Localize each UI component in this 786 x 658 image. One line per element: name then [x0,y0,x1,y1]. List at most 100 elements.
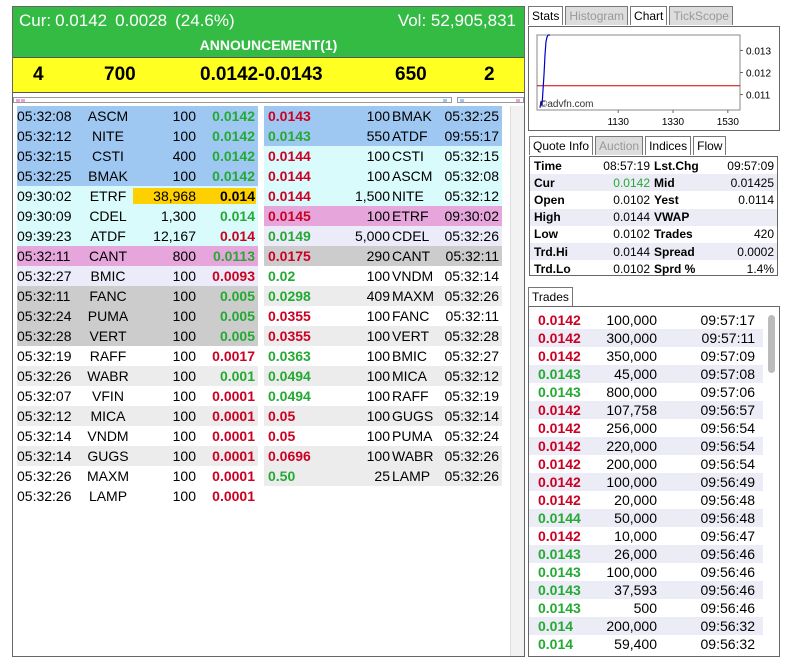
bid-time: 05:32:11 [17,248,71,264]
trade-row[interactable]: 0.0143 37,593 09:56:46 [529,581,779,599]
bid-price: 0.0001 [212,468,255,484]
ask-row[interactable]: 0.0144 100 ASCM 05:32:08 [264,166,502,186]
ask-time: 05:32:08 [444,168,500,184]
trades-scrollbar[interactable] [763,307,779,656]
quote-label: High [534,210,561,225]
ask-row[interactable]: 0.0355 100 VERT 05:32:28 [264,326,502,346]
trade-row[interactable]: 0.0142 200,000 09:56:54 [529,455,779,473]
announcement-link[interactable]: ANNOUNCEMENT(1) [13,34,524,57]
trade-time: 09:57:11 [701,330,755,346]
trade-row[interactable]: 0.0142 220,000 09:56:54 [529,437,779,455]
ask-row[interactable]: 0.0149 5,000 CDEL 05:32:26 [264,226,502,246]
ask-row[interactable]: 0.0175 290 CANT 05:32:11 [264,246,502,266]
ask-row[interactable]: 0.0494 100 RAFF 05:32:19 [264,386,502,406]
ask-row[interactable]: 0.05 100 GUGS 05:32:14 [264,406,502,426]
tab-trades[interactable]: Trades [528,287,573,306]
bid-row[interactable]: 05:32:24 PUMA 100 0.005 [17,306,258,326]
trade-row[interactable]: 0.0143 100,000 09:56:46 [529,563,779,581]
bid-row[interactable]: 05:32:26 MAXM 100 0.0001 [17,466,258,486]
ask-row[interactable]: 0.0696 100 WABR 05:32:26 [264,446,502,466]
bid-row[interactable]: 05:32:11 CANT 800 0.0113 [17,246,258,266]
trade-volume: 350,000 [606,348,657,364]
bid-time: 05:32:11 [17,288,71,304]
tab-quote-info[interactable]: Quote Info [529,136,594,155]
bid-row[interactable]: 09:39:23 ATDF 12,167 0.014 [17,226,258,246]
trades-scroll-thumb[interactable] [768,315,775,373]
bid-time: 05:32:07 [17,388,72,404]
tab-chart[interactable]: Chart [630,6,668,25]
current-price-line: Cur: 0.0142 0.0028 (24.6%) [19,11,243,31]
bid-row[interactable]: 05:32:15 CSTI 400 0.0142 [17,146,258,166]
bid-mm-code: ETRF [89,188,127,204]
trade-row[interactable]: 0.0142 300,000 09:57:11 [529,329,779,347]
bid-price: 0.005 [219,328,255,344]
bid-depth-slider[interactable] [13,97,452,103]
ask-row[interactable]: 0.0355 100 FANC 05:32:11 [264,306,502,326]
quote-label: Mid [654,175,675,190]
ask-row[interactable]: 0.0298 409 MAXM 05:32:26 [264,286,502,306]
trade-row[interactable]: 0.014 200,000 09:56:32 [529,617,779,635]
trade-row[interactable]: 0.0142 100,000 09:57:17 [529,311,779,329]
ask-row[interactable]: 0.0144 100 CSTI 05:32:15 [264,146,502,166]
trade-price: 0.0142 [538,528,581,544]
bid-row[interactable]: 05:32:08 ASCM 100 0.0142 [17,106,258,126]
bid-row[interactable]: 05:32:11 FANC 100 0.005 [17,286,258,306]
bid-price: 0.005 [219,308,255,324]
bid-row[interactable]: 05:32:25 BMAK 100 0.0142 [17,166,258,186]
trade-time: 09:56:54 [700,438,756,454]
bid-row[interactable]: 05:32:19 RAFF 100 0.0017 [17,346,258,366]
tab-auction[interactable]: Auction [595,136,644,155]
tab-stats[interactable]: Stats [528,6,564,25]
ask-row[interactable]: 0.0144 1,500 NITE 05:32:12 [264,186,502,206]
quote-value: 1.4% [746,261,774,276]
ask-row[interactable]: 0.0143 550 ATDF 09:55:17 [264,126,502,146]
trade-price: 0.014 [538,618,574,634]
trade-row[interactable]: 0.0144 50,000 09:56:48 [529,509,779,527]
ask-time: 05:32:27 [444,348,500,364]
trade-row[interactable]: 0.0142 256,000 09:56:54 [529,419,779,437]
bid-row[interactable]: 05:32:12 MICA 100 0.0001 [17,406,258,426]
bid-row[interactable]: 05:32:12 NITE 100 0.0142 [17,126,258,146]
bid-row[interactable]: 05:32:14 GUGS 100 0.0001 [17,446,258,466]
bid-row[interactable]: 05:32:26 LAMP 100 0.0001 [17,486,258,506]
book-scrollbar[interactable] [510,106,524,656]
trade-row[interactable]: 0.0143 45,000 09:57:08 [529,365,779,383]
tab-indices[interactable]: Indices [645,136,692,155]
bid-row[interactable]: 05:32:14 VNDM 100 0.0001 [17,426,258,446]
trade-row[interactable]: 0.0142 350,000 09:57:09 [529,347,779,365]
tab-flow[interactable]: Flow [693,136,727,155]
trade-row[interactable]: 0.014 59,400 09:56:32 [529,635,779,653]
quote-row: Cur 0.0142 Mid 0.01425 [530,174,777,192]
bid-row[interactable]: 09:30:02 ETRF 38,968 0.014 [17,186,258,206]
tab-tickscope[interactable]: TickScope [669,6,733,25]
trade-row[interactable]: 0.0142 107,758 09:56:57 [529,401,779,419]
trade-row[interactable]: 0.0142 10,000 09:56:47 [529,527,779,545]
trade-row[interactable]: 0.0143 500 09:56:46 [529,599,779,617]
ask-row[interactable]: 0.0363 100 BMIC 05:32:27 [264,346,502,366]
ask-time: 05:32:26 [444,288,500,304]
ask-row[interactable]: 0.05 100 PUMA 05:32:24 [264,426,502,446]
bid-time: 05:32:26 [17,488,72,504]
trade-volume: 107,758 [606,402,657,418]
quote-row: High 0.0144 VWAP [530,208,777,226]
trade-row[interactable]: 0.0142 100,000 09:56:49 [529,473,779,491]
ask-row[interactable]: 0.0143 100 BMAK 05:32:25 [264,106,502,126]
bid-row[interactable]: 05:32:27 BMIC 100 0.0093 [17,266,258,286]
ask-row[interactable]: 0.50 25 LAMP 05:32:26 [264,466,502,486]
trade-row[interactable]: 0.0143 26,000 09:56:46 [529,545,779,563]
ask-row[interactable]: 0.0145 100 ETRF 09:30:02 [264,206,502,226]
ask-price: 0.50 [268,468,296,484]
ask-row[interactable]: 0.02 100 VNDM 05:32:14 [264,266,502,286]
ask-volume: 100 [366,268,390,284]
bid-row[interactable]: 05:32:26 WABR 100 0.001 [17,366,258,386]
bid-row[interactable]: 09:30:09 CDEL 1,300 0.014 [17,206,258,226]
ask-depth-slider[interactable] [457,97,524,103]
ask-row[interactable]: 0.0494 100 MICA 05:32:12 [264,366,502,386]
bid-row[interactable]: 05:32:07 VFIN 100 0.0001 [17,386,258,406]
trade-volume: 300,000 [606,330,657,346]
trade-row[interactable]: 0.0143 800,000 09:57:06 [529,383,779,401]
trade-row[interactable]: 0.0142 20,000 09:56:48 [529,491,779,509]
tab-histogram[interactable]: Histogram [565,6,629,25]
bid-row[interactable]: 05:32:28 VERT 100 0.005 [17,326,258,346]
ask-time: 05:32:11 [445,308,499,324]
